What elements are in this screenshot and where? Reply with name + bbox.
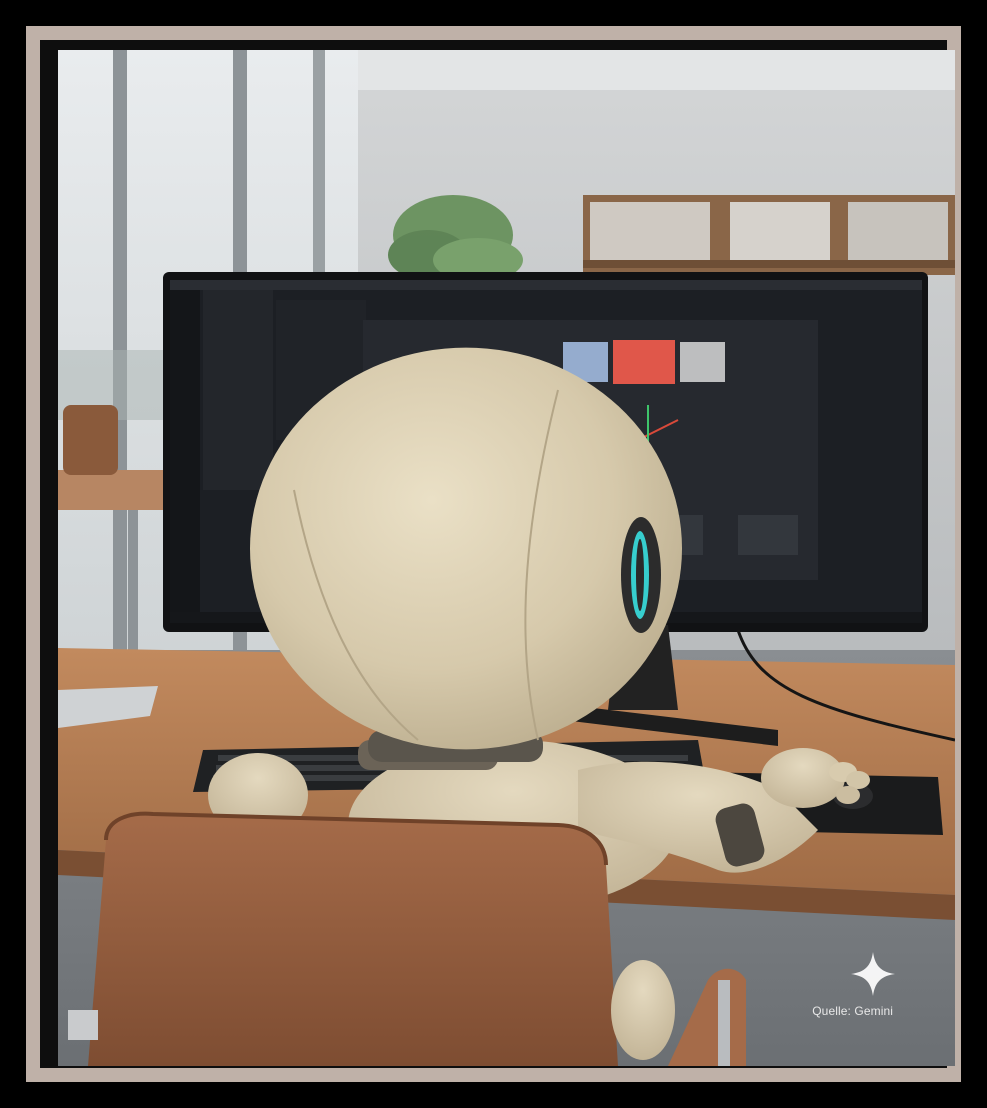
robot-head: [250, 347, 682, 750]
gemini-sparkle-icon: [851, 952, 895, 996]
photo-credit: Quelle: Gemini: [812, 1004, 893, 1018]
photo-illustration: [58, 50, 955, 1066]
photo: Quelle: Gemini: [58, 50, 955, 1066]
bookshelf: [583, 195, 955, 275]
